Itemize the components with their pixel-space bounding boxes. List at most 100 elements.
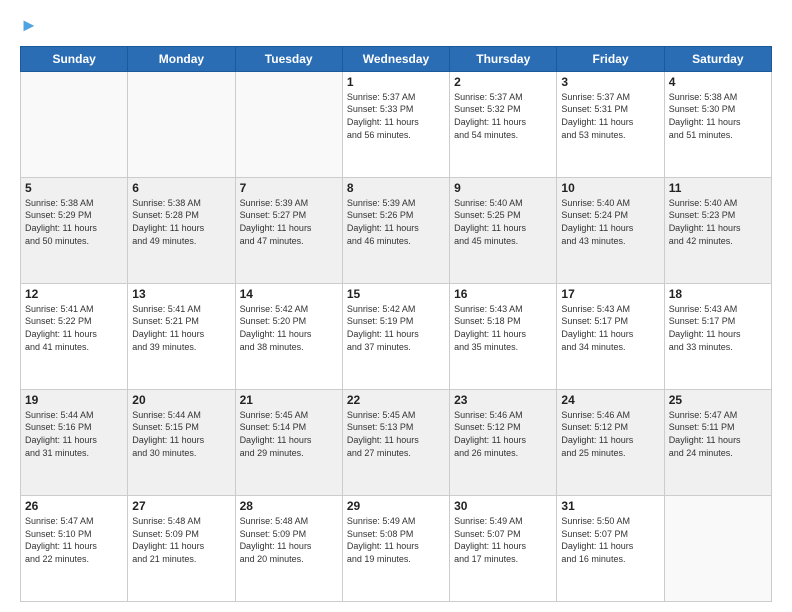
col-header-wednesday: Wednesday bbox=[342, 46, 449, 71]
day-info: Sunrise: 5:46 AM Sunset: 5:12 PM Dayligh… bbox=[454, 409, 552, 459]
day-number: 29 bbox=[347, 499, 445, 513]
day-number: 5 bbox=[25, 181, 123, 195]
day-info: Sunrise: 5:43 AM Sunset: 5:18 PM Dayligh… bbox=[454, 303, 552, 353]
day-info: Sunrise: 5:48 AM Sunset: 5:09 PM Dayligh… bbox=[240, 515, 338, 565]
calendar-cell: 22 Sunrise: 5:45 AM Sunset: 5:13 PM Dayli… bbox=[342, 389, 449, 495]
day-info: Sunrise: 5:47 AM Sunset: 5:11 PM Dayligh… bbox=[669, 409, 767, 459]
calendar-table: SundayMondayTuesdayWednesdayThursdayFrid… bbox=[20, 46, 772, 602]
calendar-cell: 31 Sunrise: 5:50 AM Sunset: 5:07 PM Dayli… bbox=[557, 495, 664, 601]
calendar-cell: 19 Sunrise: 5:44 AM Sunset: 5:16 PM Dayli… bbox=[21, 389, 128, 495]
calendar-cell: 17 Sunrise: 5:43 AM Sunset: 5:17 PM Dayli… bbox=[557, 283, 664, 389]
day-info: Sunrise: 5:42 AM Sunset: 5:20 PM Dayligh… bbox=[240, 303, 338, 353]
day-info: Sunrise: 5:43 AM Sunset: 5:17 PM Dayligh… bbox=[561, 303, 659, 353]
day-number: 26 bbox=[25, 499, 123, 513]
day-number: 20 bbox=[132, 393, 230, 407]
calendar-cell: 14 Sunrise: 5:42 AM Sunset: 5:20 PM Dayli… bbox=[235, 283, 342, 389]
calendar-header-row: SundayMondayTuesdayWednesdayThursdayFrid… bbox=[21, 46, 772, 71]
day-number: 19 bbox=[25, 393, 123, 407]
day-number: 27 bbox=[132, 499, 230, 513]
day-number: 11 bbox=[669, 181, 767, 195]
calendar-cell: 3 Sunrise: 5:37 AM Sunset: 5:31 PM Daylig… bbox=[557, 71, 664, 177]
day-info: Sunrise: 5:46 AM Sunset: 5:12 PM Dayligh… bbox=[561, 409, 659, 459]
calendar-cell bbox=[664, 495, 771, 601]
calendar-cell: 4Sunrise: 5:38 AM Sunset: 5:30 PM Daylig… bbox=[664, 71, 771, 177]
day-number: 9 bbox=[454, 181, 552, 195]
day-info: Sunrise: 5:38 AM Sunset: 5:29 PM Dayligh… bbox=[25, 197, 123, 247]
day-info: Sunrise: 5:37 AM Sunset: 5:32 PM Dayligh… bbox=[454, 91, 552, 141]
day-number: 16 bbox=[454, 287, 552, 301]
col-header-thursday: Thursday bbox=[450, 46, 557, 71]
day-info: Sunrise: 5:40 AM Sunset: 5:25 PM Dayligh… bbox=[454, 197, 552, 247]
day-number: 2 bbox=[454, 75, 552, 89]
calendar-week-5: 26 Sunrise: 5:47 AM Sunset: 5:10 PM Dayli… bbox=[21, 495, 772, 601]
day-info: Sunrise: 5:38 AM Sunset: 5:30 PM Dayligh… bbox=[669, 91, 767, 141]
calendar-week-2: 5 Sunrise: 5:38 AM Sunset: 5:29 PM Daylig… bbox=[21, 177, 772, 283]
day-number: 31 bbox=[561, 499, 659, 513]
day-number: 13 bbox=[132, 287, 230, 301]
day-info: Sunrise: 5:38 AM Sunset: 5:28 PM Dayligh… bbox=[132, 197, 230, 247]
calendar-cell: 5 Sunrise: 5:38 AM Sunset: 5:29 PM Daylig… bbox=[21, 177, 128, 283]
calendar-cell: 25Sunrise: 5:47 AM Sunset: 5:11 PM Dayli… bbox=[664, 389, 771, 495]
day-info: Sunrise: 5:50 AM Sunset: 5:07 PM Dayligh… bbox=[561, 515, 659, 565]
day-info: Sunrise: 5:37 AM Sunset: 5:33 PM Dayligh… bbox=[347, 91, 445, 141]
calendar-cell: 23 Sunrise: 5:46 AM Sunset: 5:12 PM Dayli… bbox=[450, 389, 557, 495]
day-number: 21 bbox=[240, 393, 338, 407]
day-number: 7 bbox=[240, 181, 338, 195]
calendar-cell bbox=[21, 71, 128, 177]
calendar-cell: 30Sunrise: 5:49 AM Sunset: 5:07 PM Dayli… bbox=[450, 495, 557, 601]
calendar-cell: 28 Sunrise: 5:48 AM Sunset: 5:09 PM Dayli… bbox=[235, 495, 342, 601]
day-number: 8 bbox=[347, 181, 445, 195]
logo-text: ► bbox=[20, 16, 38, 36]
calendar-week-3: 12 Sunrise: 5:41 AM Sunset: 5:22 PM Dayli… bbox=[21, 283, 772, 389]
logo: ► bbox=[20, 16, 38, 36]
day-number: 10 bbox=[561, 181, 659, 195]
calendar-cell: 21 Sunrise: 5:45 AM Sunset: 5:14 PM Dayli… bbox=[235, 389, 342, 495]
calendar-cell: 7 Sunrise: 5:39 AM Sunset: 5:27 PM Daylig… bbox=[235, 177, 342, 283]
calendar-cell: 16 Sunrise: 5:43 AM Sunset: 5:18 PM Dayli… bbox=[450, 283, 557, 389]
calendar-cell: 15 Sunrise: 5:42 AM Sunset: 5:19 PM Dayli… bbox=[342, 283, 449, 389]
col-header-tuesday: Tuesday bbox=[235, 46, 342, 71]
col-header-sunday: Sunday bbox=[21, 46, 128, 71]
calendar-cell: 8Sunrise: 5:39 AM Sunset: 5:26 PM Daylig… bbox=[342, 177, 449, 283]
col-header-monday: Monday bbox=[128, 46, 235, 71]
calendar-cell: 18Sunrise: 5:43 AM Sunset: 5:17 PM Dayli… bbox=[664, 283, 771, 389]
day-info: Sunrise: 5:44 AM Sunset: 5:15 PM Dayligh… bbox=[132, 409, 230, 459]
calendar-cell: 10Sunrise: 5:40 AM Sunset: 5:24 PM Dayli… bbox=[557, 177, 664, 283]
day-number: 18 bbox=[669, 287, 767, 301]
calendar-cell: 29Sunrise: 5:49 AM Sunset: 5:08 PM Dayli… bbox=[342, 495, 449, 601]
calendar-cell: 20 Sunrise: 5:44 AM Sunset: 5:15 PM Dayli… bbox=[128, 389, 235, 495]
page: ► SundayMondayTuesdayWednesdayThursdayFr… bbox=[0, 0, 792, 612]
day-number: 28 bbox=[240, 499, 338, 513]
calendar-cell: 9 Sunrise: 5:40 AM Sunset: 5:25 PM Daylig… bbox=[450, 177, 557, 283]
day-info: Sunrise: 5:40 AM Sunset: 5:23 PM Dayligh… bbox=[669, 197, 767, 247]
day-number: 15 bbox=[347, 287, 445, 301]
day-info: Sunrise: 5:42 AM Sunset: 5:19 PM Dayligh… bbox=[347, 303, 445, 353]
calendar-cell bbox=[235, 71, 342, 177]
day-info: Sunrise: 5:45 AM Sunset: 5:14 PM Dayligh… bbox=[240, 409, 338, 459]
day-number: 24 bbox=[561, 393, 659, 407]
day-info: Sunrise: 5:39 AM Sunset: 5:27 PM Dayligh… bbox=[240, 197, 338, 247]
day-number: 23 bbox=[454, 393, 552, 407]
day-info: Sunrise: 5:48 AM Sunset: 5:09 PM Dayligh… bbox=[132, 515, 230, 565]
col-header-friday: Friday bbox=[557, 46, 664, 71]
day-number: 17 bbox=[561, 287, 659, 301]
day-info: Sunrise: 5:41 AM Sunset: 5:22 PM Dayligh… bbox=[25, 303, 123, 353]
calendar-cell: 13Sunrise: 5:41 AM Sunset: 5:21 PM Dayli… bbox=[128, 283, 235, 389]
day-info: Sunrise: 5:45 AM Sunset: 5:13 PM Dayligh… bbox=[347, 409, 445, 459]
calendar-week-4: 19 Sunrise: 5:44 AM Sunset: 5:16 PM Dayli… bbox=[21, 389, 772, 495]
day-number: 12 bbox=[25, 287, 123, 301]
day-number: 6 bbox=[132, 181, 230, 195]
day-number: 30 bbox=[454, 499, 552, 513]
calendar-cell bbox=[128, 71, 235, 177]
day-number: 3 bbox=[561, 75, 659, 89]
day-info: Sunrise: 5:44 AM Sunset: 5:16 PM Dayligh… bbox=[25, 409, 123, 459]
calendar-cell: 12 Sunrise: 5:41 AM Sunset: 5:22 PM Dayli… bbox=[21, 283, 128, 389]
day-info: Sunrise: 5:47 AM Sunset: 5:10 PM Dayligh… bbox=[25, 515, 123, 565]
day-number: 22 bbox=[347, 393, 445, 407]
day-info: Sunrise: 5:37 AM Sunset: 5:31 PM Dayligh… bbox=[561, 91, 659, 141]
calendar-week-1: 1Sunrise: 5:37 AM Sunset: 5:33 PM Daylig… bbox=[21, 71, 772, 177]
header: ► bbox=[20, 16, 772, 36]
calendar-cell: 27 Sunrise: 5:48 AM Sunset: 5:09 PM Dayli… bbox=[128, 495, 235, 601]
calendar-cell: 26 Sunrise: 5:47 AM Sunset: 5:10 PM Dayli… bbox=[21, 495, 128, 601]
day-number: 14 bbox=[240, 287, 338, 301]
